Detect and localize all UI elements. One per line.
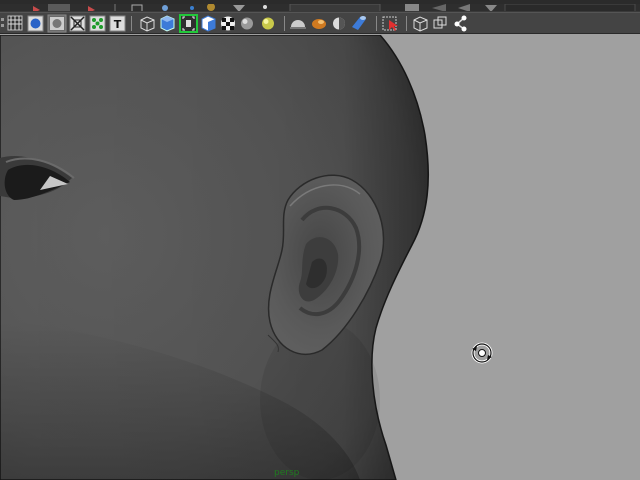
xray-icon[interactable] bbox=[69, 15, 86, 32]
toolbar-separator bbox=[406, 16, 407, 31]
texture-icon[interactable]: T bbox=[109, 15, 126, 32]
toolbar-handle-icon[interactable] bbox=[1, 18, 4, 27]
viewport-toolbar: T bbox=[0, 12, 640, 34]
tumble-cursor-icon bbox=[471, 342, 493, 364]
isolate-select-icon[interactable] bbox=[179, 14, 198, 33]
component-xray-icon[interactable] bbox=[89, 15, 106, 32]
cube-bounding-icon[interactable] bbox=[201, 15, 216, 32]
shelf-icon-blue[interactable] bbox=[162, 5, 168, 11]
cube-shaded-icon[interactable] bbox=[160, 15, 175, 32]
camera-name-label: persp bbox=[274, 468, 300, 478]
cube-wire-icon[interactable] bbox=[140, 16, 155, 32]
head-model[interactable] bbox=[0, 35, 640, 480]
ambient-occlusion-icon[interactable] bbox=[352, 16, 366, 30]
active-shelf-button[interactable] bbox=[48, 4, 70, 12]
shelf-strip bbox=[0, 0, 640, 12]
toolbar-separator bbox=[284, 16, 285, 31]
default-light-icon[interactable] bbox=[262, 17, 274, 30]
select-camera-icon[interactable] bbox=[382, 16, 398, 31]
svg-text:T: T bbox=[114, 18, 122, 31]
node-graph-icon[interactable] bbox=[454, 15, 467, 32]
shelf-icon-screen[interactable] bbox=[405, 4, 419, 12]
checker-icon[interactable] bbox=[221, 16, 235, 31]
sphere-shade-icon[interactable] bbox=[241, 17, 253, 30]
smooth-shade-icon[interactable] bbox=[27, 15, 44, 32]
shadow-icon[interactable] bbox=[312, 19, 326, 29]
wireframe-icon[interactable] bbox=[7, 15, 23, 31]
toolbar-separator bbox=[131, 16, 132, 31]
toolbar-separator bbox=[376, 16, 377, 31]
perspective-viewport[interactable] bbox=[0, 35, 640, 480]
material-icon[interactable] bbox=[333, 17, 345, 30]
frame-icon[interactable] bbox=[413, 16, 428, 32]
default-material-icon[interactable] bbox=[47, 14, 67, 33]
viewport-toolbar-icons: T bbox=[1, 14, 467, 33]
frame-selection-icon[interactable] bbox=[433, 16, 447, 29]
light-dome-icon[interactable] bbox=[290, 20, 306, 29]
shelf-icons-partial bbox=[0, 3, 640, 12]
